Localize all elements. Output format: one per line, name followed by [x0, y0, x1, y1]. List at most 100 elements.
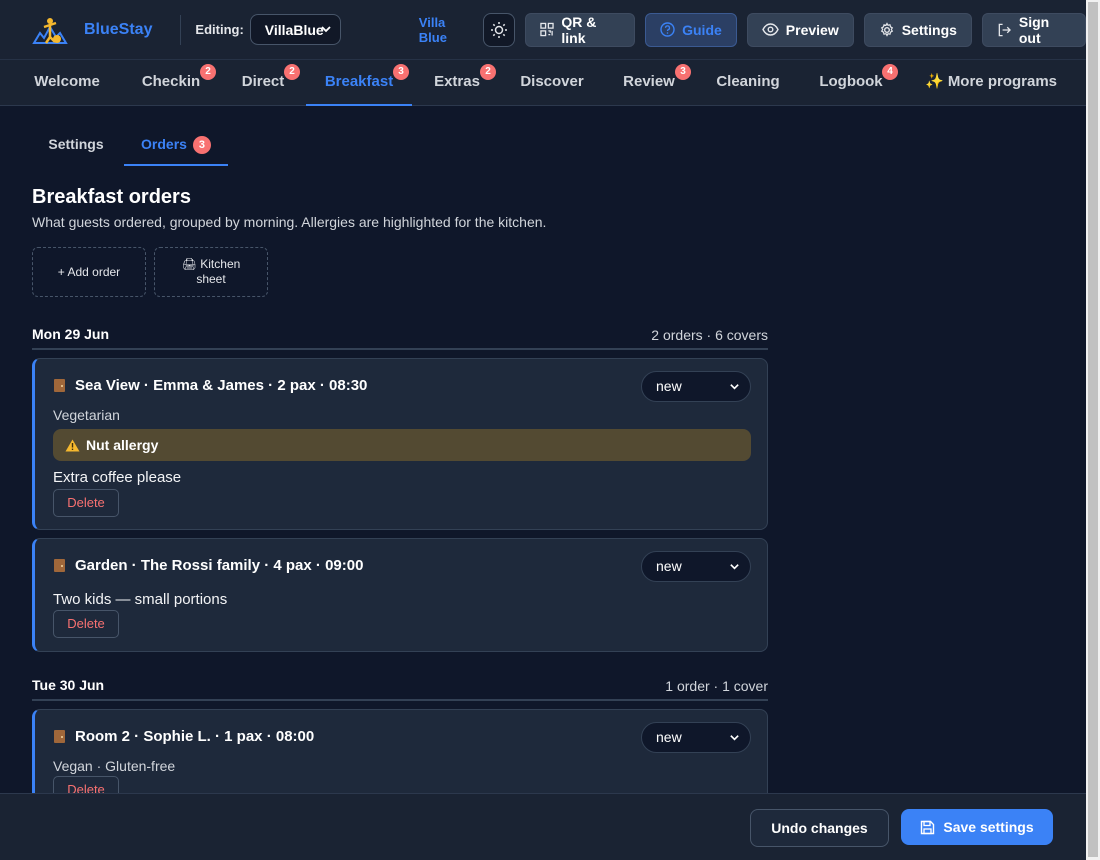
- printer-icon: 🖨: [181, 257, 197, 271]
- top-bar: BlueStay Editing: VillaBlue Villa Blue Q…: [0, 0, 1086, 60]
- tab-badge: 3: [393, 64, 409, 80]
- order-diet: Vegan · Gluten-free: [53, 758, 176, 774]
- preview-button[interactable]: Preview: [746, 12, 854, 47]
- tab-welcome[interactable]: Welcome: [18, 60, 116, 106]
- tab-direct[interactable]: Direct 2: [226, 60, 300, 106]
- order-title-text: Sea View · Emma & James · 2 pax · 08:30: [75, 377, 368, 394]
- subtab-settings[interactable]: Settings: [32, 126, 120, 166]
- status-value: new: [656, 729, 682, 745]
- day-header: Tue 30 Jun 1 order · 1 cover: [32, 677, 768, 701]
- property-select[interactable]: VillaBlue: [249, 14, 341, 45]
- theme-toggle-button[interactable]: [483, 12, 516, 47]
- chevron-down-icon: [730, 384, 739, 390]
- tab-label: Checkin: [141, 73, 201, 90]
- save-icon: [921, 820, 935, 834]
- tab-label: Breakfast: [324, 73, 394, 90]
- tab-label: ✨ More programs: [924, 73, 1058, 90]
- scrollbar-thumb[interactable]: [1088, 2, 1098, 857]
- day-title: Tue 30 Jun: [32, 677, 105, 693]
- door-icon: [54, 559, 65, 572]
- logo-icon: [32, 17, 68, 44]
- kitchen-sheet-button[interactable]: 🖨 Kitchen sheet: [154, 247, 268, 297]
- order-title-text: Room 2 · Sophie L. · 1 pax · 08:00: [75, 728, 315, 745]
- tab-cleaning[interactable]: Cleaning: [700, 60, 796, 106]
- settings-label: Settings: [901, 21, 957, 38]
- status-value: new: [656, 378, 682, 394]
- guide-button[interactable]: Guide: [645, 12, 737, 47]
- chevron-down-icon: [321, 26, 331, 33]
- kitchen-sheet-label-line2: sheet: [196, 272, 226, 286]
- qr-link-button[interactable]: QR & link: [525, 12, 636, 47]
- sign-out-label: Sign out: [1018, 13, 1050, 46]
- tab-label: Cleaning: [716, 73, 780, 90]
- page-subtitle: What guests ordered, grouped by morning.…: [32, 214, 547, 230]
- status-value: new: [656, 558, 682, 574]
- tab-breakfast[interactable]: Breakfast 3: [306, 60, 412, 106]
- tab-badge: 2: [480, 64, 496, 80]
- page-title: Breakfast orders: [32, 186, 191, 208]
- kitchen-sheet-label-line1: Kitchen: [200, 257, 241, 271]
- tab-extras[interactable]: Extras 2: [418, 60, 496, 106]
- save-settings-label: Save settings: [943, 819, 1034, 835]
- qr-link-label: QR & link: [561, 13, 597, 46]
- brand-name: BlueStay: [84, 20, 153, 38]
- tab-logbook[interactable]: Logbook 4: [804, 60, 898, 106]
- main-nav: Welcome Checkin 2 Direct 2 Breakfast 3 E…: [0, 60, 1086, 106]
- save-settings-button[interactable]: Save settings: [901, 809, 1053, 845]
- status-select[interactable]: new: [641, 551, 751, 582]
- preview-label: Preview: [785, 21, 839, 38]
- tab-label: Extras: [434, 73, 480, 90]
- day-summary: 2 orders · 6 covers: [651, 327, 768, 343]
- tab-badge: 4: [882, 64, 898, 80]
- tab-checkin[interactable]: Checkin 2: [126, 60, 216, 106]
- orders-badge: 3: [192, 136, 211, 154]
- tab-review[interactable]: Review 3: [606, 60, 692, 106]
- order-title: Sea View · Emma & James · 2 pax · 08:30: [53, 377, 367, 394]
- tab-badge: 2: [200, 64, 216, 80]
- property-select-value: VillaBlue: [264, 21, 324, 38]
- door-icon: [54, 730, 65, 743]
- sun-icon: [491, 21, 508, 38]
- tab-discover[interactable]: Discover: [504, 60, 600, 106]
- add-order-button[interactable]: + Add order: [32, 247, 146, 297]
- delete-button[interactable]: Delete: [53, 610, 119, 638]
- day-title: Mon 29 Jun: [32, 326, 110, 342]
- settings-button[interactable]: Settings: [863, 12, 972, 47]
- brand[interactable]: BlueStay: [30, 13, 152, 47]
- status-select[interactable]: new: [641, 371, 751, 402]
- day-summary: 1 order · 1 cover: [665, 678, 768, 694]
- undo-changes-button[interactable]: Undo changes: [750, 809, 889, 847]
- delete-button[interactable]: Delete: [53, 489, 119, 517]
- order-title: Room 2 · Sophie L. · 1 pax · 08:00: [53, 728, 314, 745]
- order-diet: Vegetarian: [53, 407, 120, 423]
- eye-icon: [761, 23, 779, 36]
- order-card: Sea View · Emma & James · 2 pax · 08:30 …: [32, 358, 768, 530]
- tab-more-programs[interactable]: ✨ More programs: [912, 60, 1070, 106]
- day-header: Mon 29 Jun 2 orders · 6 covers: [32, 326, 768, 350]
- door-icon: [54, 379, 65, 392]
- order-card: Garden · The Rossi family · 4 pax · 09:0…: [32, 538, 768, 652]
- status-select[interactable]: new: [641, 722, 751, 753]
- tab-label: Discover: [520, 73, 584, 90]
- subtab-label: Settings: [48, 136, 104, 152]
- kitchen-sheet-label: 🖨 Kitchen sheet: [182, 257, 241, 287]
- gear-icon: [880, 21, 893, 37]
- add-order-label: + Add order: [57, 264, 121, 279]
- allergy-alert: Nut allergy: [53, 429, 751, 461]
- sign-out-button[interactable]: Sign out: [981, 12, 1086, 47]
- allergy-text: Nut allergy: [86, 437, 159, 453]
- order-note: Extra coffee please: [53, 469, 182, 486]
- tab-badge: 3: [675, 64, 691, 80]
- tab-badge: 2: [284, 64, 300, 80]
- property-name: Villa Blue: [418, 14, 447, 45]
- scrollbar[interactable]: [1086, 0, 1100, 860]
- sub-tabs: Settings Orders 3: [32, 126, 768, 166]
- subtab-orders[interactable]: Orders 3: [124, 126, 228, 166]
- help-circle-icon: [660, 22, 675, 37]
- tab-label: Review: [623, 73, 675, 90]
- guide-label: Guide: [682, 21, 722, 38]
- order-title-text: Garden · The Rossi family · 4 pax · 09:0…: [75, 557, 364, 574]
- subtab-label: Orders: [141, 136, 187, 152]
- warning-icon: [65, 439, 80, 451]
- qr-icon: [540, 22, 555, 37]
